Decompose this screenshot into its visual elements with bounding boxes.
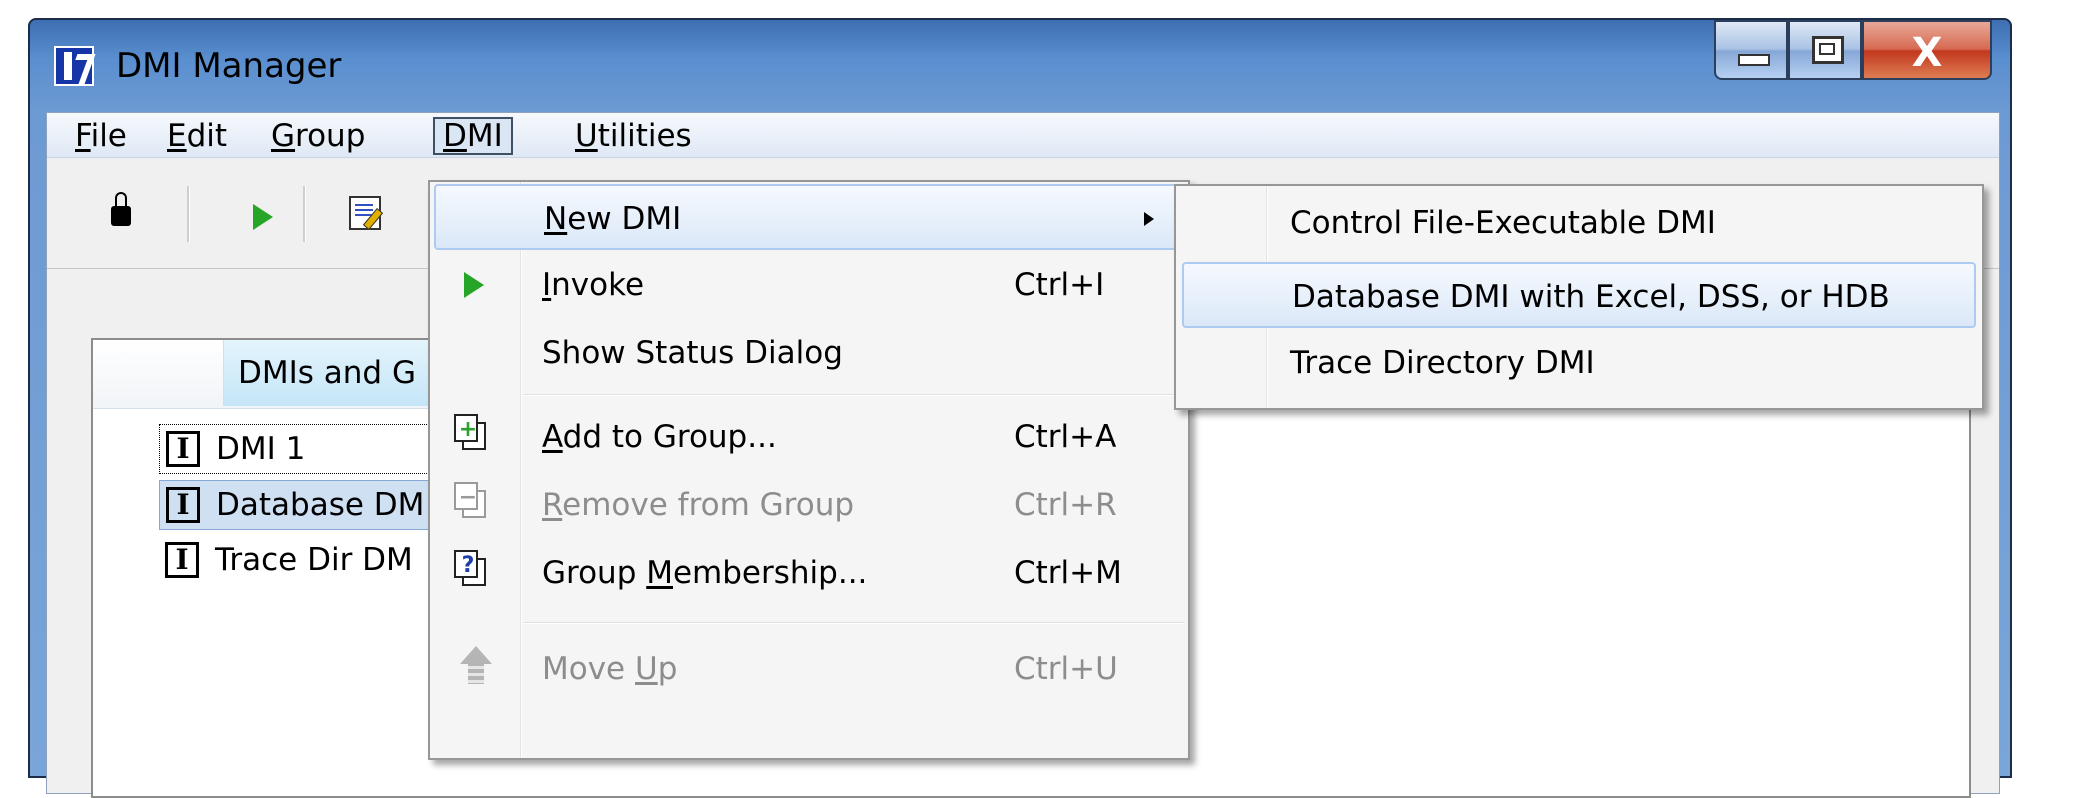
menu-item-new-dmi[interactable]: New DMI [434, 184, 1184, 250]
menu-item-group-membership[interactable]: ? Group Membership... Ctrl+M [434, 540, 1184, 606]
remove-from-group-icon: − [454, 482, 486, 518]
submenu-item-database-dmi[interactable]: Database DMI with Excel, DSS, or HDB [1182, 262, 1976, 328]
submenu-item-trace-directory-dmi[interactable]: Trace Directory DMI [1182, 330, 1976, 396]
move-up-icon [458, 646, 494, 686]
menu-bar: File Edit Group DMI Utilities [47, 113, 1999, 158]
menu-dmi[interactable]: DMI [433, 117, 513, 155]
group-membership-icon: ? [454, 550, 486, 586]
tree-row[interactable]: I DMI 1 [159, 424, 461, 474]
menu-item-invoke[interactable]: Invoke Ctrl+I [434, 252, 1184, 318]
dmi-icon: I [166, 431, 200, 467]
menu-item-shortcut: Ctrl+I [1014, 267, 1105, 303]
tree-row[interactable]: I Trace Dir DM [159, 536, 459, 584]
menu-item-label: Remove from Group [542, 487, 855, 523]
menu-item-remove-from-group[interactable]: − Remove from Group Ctrl+R [434, 472, 1184, 538]
toolbar-separator [303, 186, 306, 242]
submenu-item-control-file-executable-dmi[interactable]: Control File-Executable DMI [1182, 190, 1976, 256]
dmi-icon: I [166, 487, 200, 523]
minimize-icon [1738, 54, 1770, 66]
app-icon [54, 46, 94, 86]
menu-separator [524, 622, 1184, 624]
minimize-button[interactable] [1714, 20, 1788, 80]
menu-item-add-to-group[interactable]: + Add to Group... Ctrl+A [434, 404, 1184, 470]
menu-group[interactable]: Group [263, 117, 373, 155]
menu-item-shortcut: Ctrl+M [1014, 555, 1122, 591]
menu-separator [524, 394, 1184, 396]
menu-file[interactable]: File [67, 117, 135, 155]
menu-edit[interactable]: Edit [159, 117, 235, 155]
menu-item-label: Group Membership... [542, 555, 868, 591]
tree-row[interactable]: I Database DM [159, 480, 461, 530]
tree-row-label: Trace Dir DM [215, 542, 413, 578]
menu-item-label: Move Up [542, 651, 678, 687]
menu-item-shortcut: Ctrl+U [1014, 651, 1118, 687]
play-icon [464, 272, 484, 298]
dmi-menu-dropdown: New DMI Invoke Ctrl+I Show Status Dialog… [428, 180, 1190, 760]
close-button[interactable]: X [1862, 20, 1992, 80]
tree-row-label: DMI 1 [216, 431, 306, 467]
menu-item-show-status-dialog[interactable]: Show Status Dialog [434, 320, 1184, 386]
lock-icon[interactable] [111, 192, 131, 226]
close-icon: X [1911, 30, 1943, 76]
dmi-icon: I [165, 542, 199, 578]
submenu-item-label: Control File-Executable DMI [1290, 205, 1716, 241]
maximize-button[interactable] [1788, 20, 1862, 80]
play-icon[interactable] [253, 204, 273, 230]
menu-item-move-up[interactable]: Move Up Ctrl+U [434, 636, 1184, 702]
submenu-item-label: Trace Directory DMI [1290, 345, 1595, 381]
toolbar-separator [187, 186, 190, 242]
menu-item-label: Add to Group... [542, 419, 777, 455]
maximize-icon [1812, 36, 1844, 64]
menu-item-label: Invoke [542, 267, 645, 303]
add-to-group-icon: + [454, 414, 486, 450]
new-dmi-submenu: Control File-Executable DMI Database DMI… [1174, 184, 1984, 410]
window-controls: X [1714, 20, 1992, 86]
menu-item-shortcut: Ctrl+R [1014, 487, 1117, 523]
edit-icon[interactable] [349, 196, 381, 230]
menu-item-label: New DMI [544, 201, 682, 237]
submenu-arrow-icon [1144, 212, 1154, 226]
menu-item-shortcut: Ctrl+A [1014, 419, 1117, 455]
submenu-item-label: Database DMI with Excel, DSS, or HDB [1292, 279, 1890, 315]
tree-row-label: Database DM [216, 487, 425, 523]
window-title: DMI Manager [116, 46, 342, 86]
menu-item-label: Show Status Dialog [542, 335, 843, 371]
title-bar[interactable]: DMI Manager X [30, 20, 2010, 112]
menu-utilities[interactable]: Utilities [567, 117, 700, 155]
